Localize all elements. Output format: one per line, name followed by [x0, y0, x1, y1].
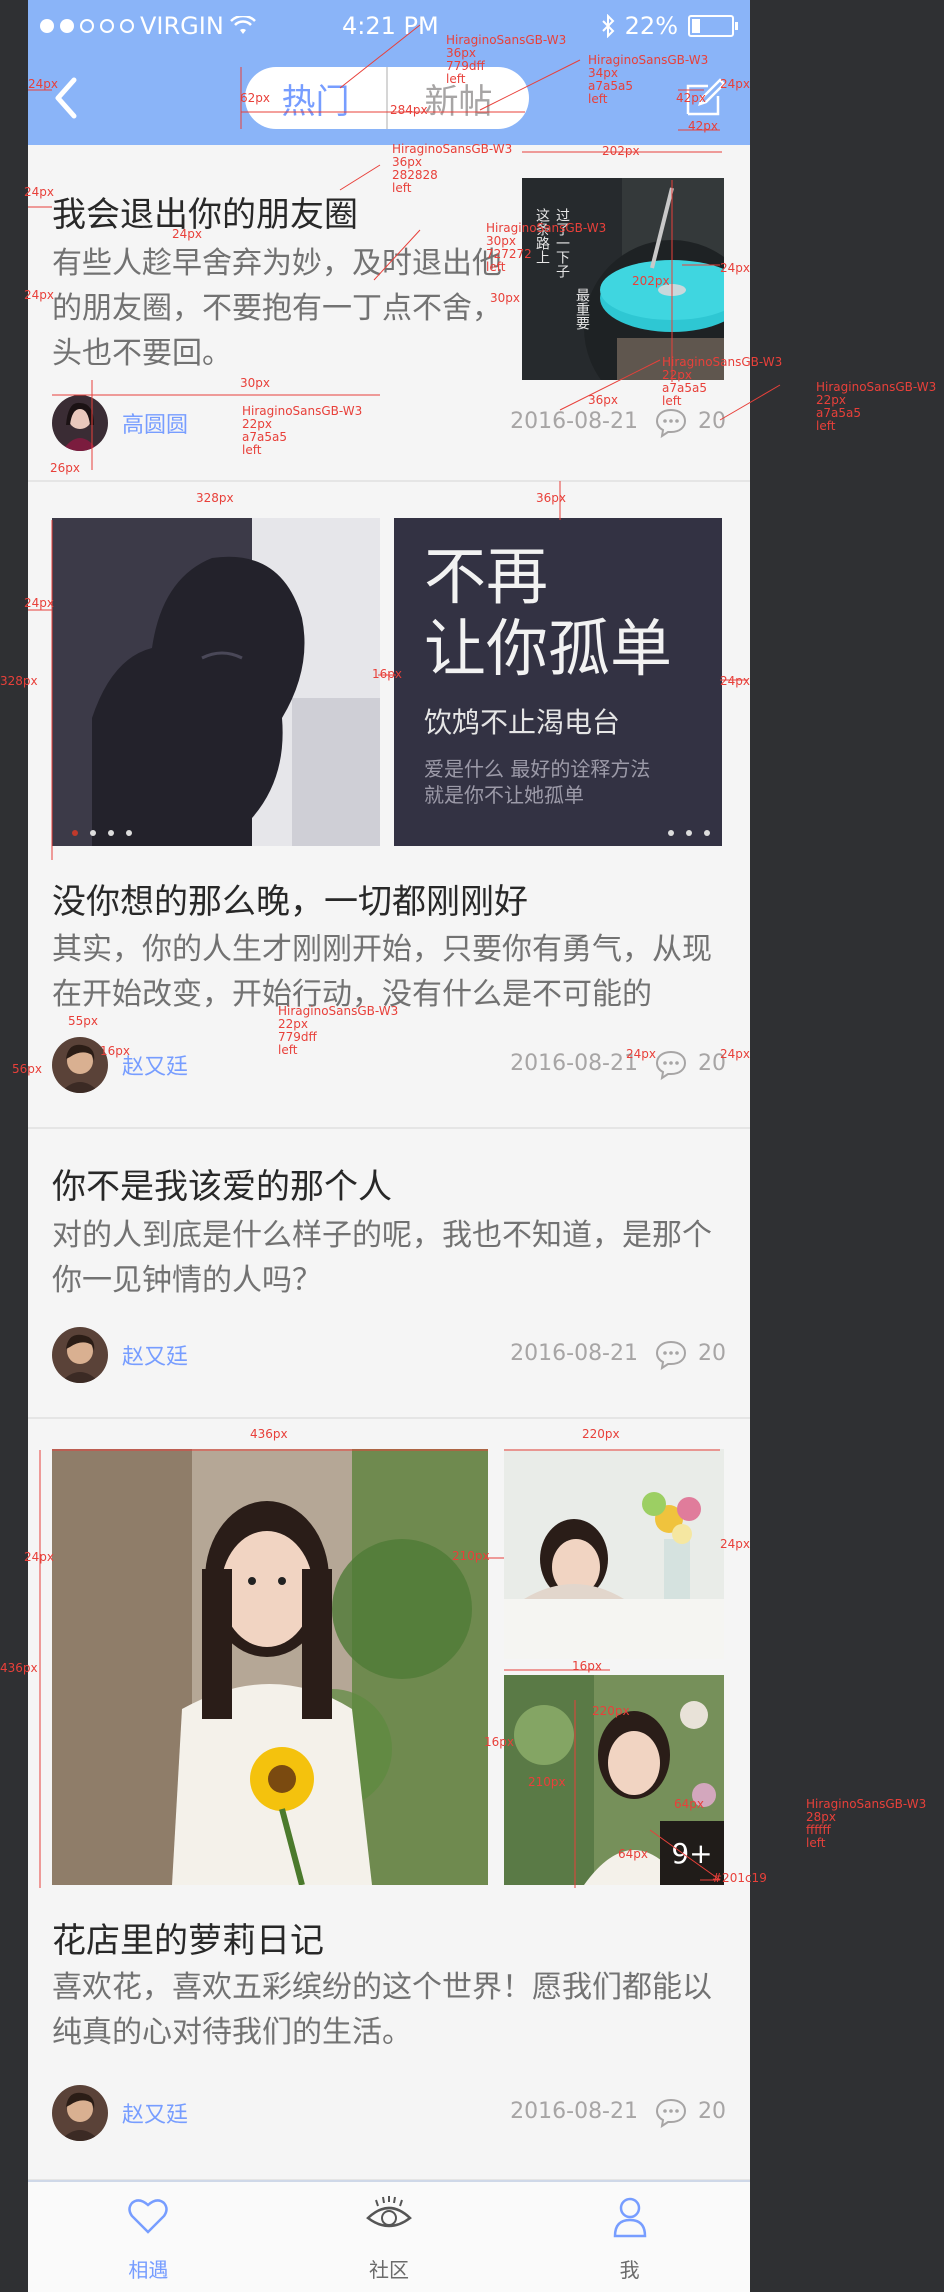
comment-icon[interactable]: [654, 407, 688, 439]
post-title: 我会退出你的朋友圈: [52, 195, 358, 235]
heart-icon: [128, 2199, 169, 2234]
post-meta: 赵又廷 2016-08-21 20: [28, 1327, 750, 1387]
tab-encounter[interactable]: 相遇: [28, 2182, 269, 2292]
post-image[interactable]: [52, 1449, 488, 1885]
author-name[interactable]: 赵又廷: [122, 1049, 188, 1081]
record-player-image: 这条路上 过了一下子 最重要: [522, 178, 724, 380]
person-icon: [613, 2197, 646, 2238]
post-title: 花店里的萝莉日记: [52, 1921, 324, 1961]
spec-annotation-label: 22px: [816, 393, 846, 407]
spec-annotation-label: ffffff: [806, 1823, 831, 1837]
silhouette-image: [52, 518, 380, 846]
spec-annotation-label: left: [806, 1836, 826, 1850]
poster-caption: 爱是什么 最好的诠释方法: [424, 757, 650, 781]
poster-title: 不再: [424, 540, 548, 613]
signal-dot-icon: [60, 19, 74, 33]
bottom-tab-bar: 相遇 社区 我: [28, 2180, 750, 2292]
spec-annotation-label: HiraginoSansGB-W3: [806, 1797, 927, 1811]
post-image[interactable]: 不再 让你孤单 饮鸩不止渴电台 爱是什么 最好的诠释方法 就是你不让她孤单: [394, 518, 722, 846]
tab-community[interactable]: 社区: [269, 2182, 510, 2292]
post-summary: 喜欢花，喜欢五彩缤纷的这个世界！愿我们都能以纯真的心对待我们的生活。: [52, 1970, 712, 2050]
girl-with-sunflower-image: [52, 1449, 488, 1885]
post-image[interactable]: 9+: [504, 1675, 724, 1885]
post-summary: 对的人到底是什么样子的呢，我也不知道，是那个你一见钟情的人吗？: [52, 1218, 712, 1298]
spec-annotation-label: HiraginoSansGB-W3: [816, 380, 937, 394]
status-bar: VIRGIN 4:21 PM 22%: [28, 0, 750, 54]
status-time: 4:21 PM: [342, 12, 439, 40]
post-card[interactable]: 你不是我该爱的那个人 对的人到底是什么样子的呢，我也不知道，是那个你一见钟情的人…: [28, 1129, 750, 1419]
thumb-text: 最重要: [574, 288, 590, 330]
comment-count: 20: [698, 409, 726, 434]
post-image[interactable]: [52, 518, 380, 846]
tab-me[interactable]: 我: [509, 2182, 750, 2292]
post-card[interactable]: 不再 让你孤单 饮鸩不止渴电台 爱是什么 最好的诠释方法 就是你不让她孤单 没你…: [28, 482, 750, 1129]
battery-icon: [688, 15, 738, 37]
compose-icon[interactable]: [684, 76, 726, 118]
post-thumbnail[interactable]: 这条路上 过了一下子 最重要: [522, 178, 724, 380]
post-image[interactable]: [504, 1449, 724, 1659]
poster-title: 让你孤单: [424, 612, 672, 685]
post-meta: 高圆圆 2016-08-21 20: [28, 395, 750, 455]
author-name[interactable]: 赵又廷: [122, 2097, 188, 2129]
spec-annotation-label: left: [816, 419, 836, 433]
comment-count: 20: [698, 2099, 726, 2124]
wifi-icon: [229, 16, 256, 34]
author-name[interactable]: 高圆圆: [122, 407, 188, 439]
post-card[interactable]: 我会退出你的朋友圈 有些人趁早舍弃为妙，及时退出他的朋友圈，不要抱有一丁点不舍，…: [28, 145, 750, 482]
comment-count: 20: [698, 1051, 726, 1076]
post-summary: 其实，你的人生才刚刚开始，只要你有勇气，从现在开始改变，开始行动，没有什么是不可…: [52, 932, 712, 1012]
tab-label: 社区: [369, 2258, 409, 2282]
signal-dot-icon: [100, 19, 114, 33]
comment-icon[interactable]: [654, 1339, 688, 1371]
post-meta: 赵又廷 2016-08-21 20: [28, 1037, 750, 1097]
post-date: 2016-08-21: [510, 1341, 638, 1366]
image-pager: [72, 830, 132, 836]
avatar[interactable]: [52, 1327, 108, 1383]
nav-header: VIRGIN 4:21 PM 22% 热门 新帖: [28, 0, 750, 145]
avatar[interactable]: [52, 1037, 108, 1093]
more-images-badge[interactable]: 9+: [660, 1821, 724, 1885]
post-date: 2016-08-21: [510, 1051, 638, 1076]
spec-annotation-label: 28px: [806, 1810, 836, 1824]
back-arrow-icon[interactable]: [50, 76, 80, 120]
feed-segmented-control: 热门 新帖: [245, 67, 529, 129]
girl-at-table-image: [504, 1449, 724, 1659]
phone-screen: VIRGIN 4:21 PM 22% 热门 新帖 我会退出你的朋友圈 有些人趁早…: [28, 0, 750, 2292]
author-name[interactable]: 赵又廷: [122, 1339, 188, 1371]
signal-dot-icon: [40, 19, 54, 33]
post-meta: 赵又廷 2016-08-21 20: [28, 2085, 750, 2145]
post-date: 2016-08-21: [510, 409, 638, 434]
tab-hot[interactable]: 热门: [245, 67, 386, 129]
thumb-text: 过了一下子: [554, 208, 570, 278]
thumb-text: 这条路上: [534, 207, 550, 264]
comment-icon[interactable]: [654, 2097, 688, 2129]
signal-dot-icon: [120, 19, 134, 33]
tab-label: 相遇: [128, 2258, 169, 2282]
post-title: 没你想的那么晚，一切都刚刚好: [52, 882, 528, 922]
carrier-name: VIRGIN: [140, 12, 224, 40]
spec-annotation-label: a7a5a5: [816, 406, 861, 420]
post-card[interactable]: 9+ 花店里的萝莉日记 喜欢花，喜欢五彩缤纷的这个世界！愿我们都能以纯真的心对待…: [28, 1419, 750, 2181]
eye-icon: [366, 2196, 412, 2228]
avatar[interactable]: [52, 2085, 108, 2141]
bluetooth-icon: [601, 14, 615, 38]
post-feed: 我会退出你的朋友圈 有些人趁早舍弃为妙，及时退出他的朋友圈，不要抱有一丁点不舍，…: [28, 145, 750, 2181]
tab-new-posts[interactable]: 新帖: [386, 67, 529, 129]
poster-subtitle: 饮鸩不止渴电台: [424, 706, 620, 739]
comment-count: 20: [698, 1341, 726, 1366]
poster-image: 不再 让你孤单 饮鸩不止渴电台 爱是什么 最好的诠释方法 就是你不让她孤单: [394, 518, 722, 846]
comment-icon[interactable]: [654, 1049, 688, 1081]
tab-label: 我: [619, 2258, 640, 2282]
image-pager: [668, 830, 710, 836]
post-summary: 有些人趁早舍弃为妙，及时退出他的朋友圈，不要抱有一丁点不舍，头也不要回。: [52, 246, 502, 371]
post-date: 2016-08-21: [510, 2099, 638, 2124]
battery-percent: 22%: [624, 12, 678, 40]
signal-dot-icon: [80, 19, 94, 33]
avatar[interactable]: [52, 395, 108, 451]
poster-caption: 就是你不让她孤单: [424, 783, 584, 807]
status-right: 22%: [601, 12, 738, 40]
post-title: 你不是我该爱的那个人: [52, 1167, 392, 1207]
carrier-group: VIRGIN: [40, 12, 256, 40]
